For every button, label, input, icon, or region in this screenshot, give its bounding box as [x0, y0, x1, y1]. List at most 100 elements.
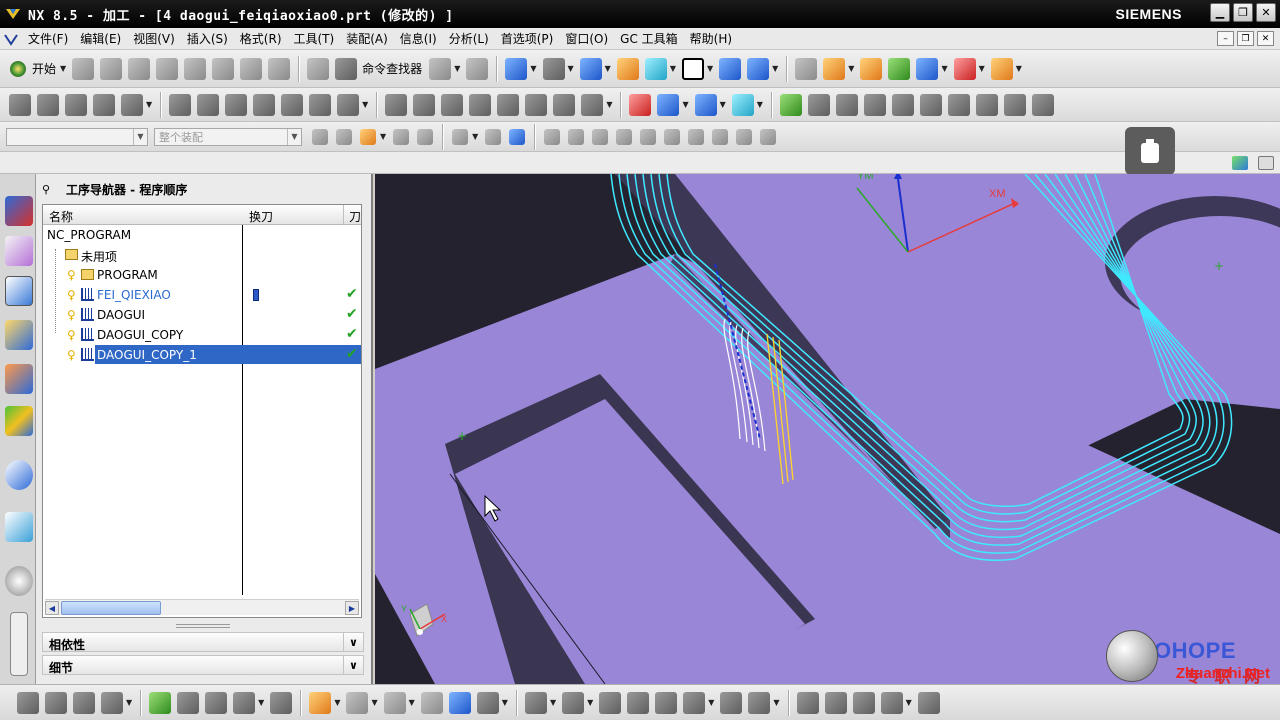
- dropdown-icon[interactable]: ▼: [454, 64, 460, 73]
- dropdown-icon[interactable]: ▼: [409, 698, 415, 707]
- dropdown-icon[interactable]: ▼: [707, 64, 713, 73]
- menu-information[interactable]: 信息(I): [394, 30, 443, 47]
- menu-window[interactable]: 窗口(O): [559, 30, 614, 47]
- tangent-icon[interactable]: [664, 128, 681, 145]
- delete-face-icon[interactable]: [852, 691, 875, 714]
- save-icon[interactable]: [128, 57, 151, 80]
- component-icon[interactable]: [17, 691, 39, 714]
- sequence-icon[interactable]: [233, 691, 256, 714]
- tree-row-operation[interactable]: ♀ DAOGUI ✔: [43, 305, 361, 325]
- create-geometry-icon[interactable]: [65, 93, 87, 116]
- op-property-icon[interactable]: [807, 93, 830, 116]
- feeds-speeds-icon[interactable]: [629, 93, 652, 116]
- chevron-down-icon[interactable]: ∨: [343, 633, 363, 651]
- move-object-icon[interactable]: [719, 57, 742, 80]
- dropdown-icon[interactable]: ▼: [258, 698, 264, 707]
- approve-icon[interactable]: [779, 93, 802, 116]
- column-tool-change[interactable]: 换刀: [249, 208, 273, 225]
- intersection-icon[interactable]: [616, 128, 633, 145]
- snap-point-icon[interactable]: [336, 128, 352, 145]
- op-list-icon[interactable]: [863, 93, 886, 116]
- sync-modeling-icon[interactable]: [796, 691, 819, 714]
- check-icon[interactable]: [149, 691, 172, 714]
- menu-analysis[interactable]: 分析(L): [443, 30, 495, 47]
- details-section[interactable]: 细节 ∨: [42, 655, 364, 675]
- dropdown-icon[interactable]: ▼: [334, 698, 340, 707]
- transform-icon[interactable]: [657, 93, 680, 116]
- menu-insert[interactable]: 插入(S): [181, 30, 234, 47]
- delete-object-icon[interactable]: [281, 93, 304, 116]
- snap-settings-icon[interactable]: [760, 128, 777, 145]
- web-browser-icon[interactable]: [5, 512, 33, 542]
- layer-icon[interactable]: [616, 57, 639, 80]
- column-name[interactable]: 名称: [49, 208, 73, 225]
- create-tool-icon[interactable]: [37, 93, 59, 116]
- quadrant-icon[interactable]: [688, 128, 705, 145]
- create-method-icon[interactable]: [93, 93, 115, 116]
- new-file-icon[interactable]: [72, 57, 95, 80]
- block-icon[interactable]: [448, 691, 471, 714]
- tree-row-program[interactable]: ♀ PROGRAM: [43, 265, 361, 285]
- rotate-view-icon[interactable]: [747, 57, 770, 80]
- dropdown-icon[interactable]: ▼: [472, 132, 478, 141]
- arc-center-icon[interactable]: [640, 128, 657, 145]
- paste-object-icon[interactable]: [253, 93, 276, 116]
- simulate-icon[interactable]: [888, 57, 911, 80]
- operation-navigator-icon[interactable]: [5, 276, 33, 306]
- reuse-library-icon[interactable]: [5, 364, 33, 394]
- mate-icon[interactable]: [73, 691, 95, 714]
- draft-icon[interactable]: [748, 691, 771, 714]
- chamfer-icon[interactable]: [720, 691, 743, 714]
- holder-icon[interactable]: [975, 93, 998, 116]
- datum-plane-icon[interactable]: [383, 691, 406, 714]
- menu-help[interactable]: 帮助(H): [684, 30, 738, 47]
- paste-icon[interactable]: [240, 57, 263, 80]
- offset-region-icon[interactable]: [880, 691, 903, 714]
- dropdown-icon[interactable]: ▼: [502, 698, 508, 707]
- dropdown-icon[interactable]: ▼: [146, 100, 152, 109]
- chevron-down-icon[interactable]: ▼: [133, 128, 147, 145]
- datum-point-icon[interactable]: [346, 691, 369, 714]
- history-icon[interactable]: [5, 566, 33, 596]
- menu-tools[interactable]: 工具(T): [288, 30, 341, 47]
- settings-icon[interactable]: [1031, 93, 1054, 116]
- snap-toggle-icon[interactable]: [360, 128, 376, 145]
- generate-icon[interactable]: [385, 93, 408, 116]
- filter-reset-icon[interactable]: [312, 128, 328, 145]
- nx-app-icon[interactable]: [4, 5, 22, 23]
- edit-object-icon[interactable]: [169, 93, 192, 116]
- intersect-icon[interactable]: [599, 691, 622, 714]
- postprocess-icon[interactable]: [916, 57, 939, 80]
- dropdown-icon[interactable]: ▼: [772, 64, 778, 73]
- dropdown-icon[interactable]: ▼: [941, 64, 947, 73]
- fullscreen-icon[interactable]: [1258, 156, 1274, 170]
- display-object-icon[interactable]: [337, 93, 360, 116]
- menu-preferences[interactable]: 首选项(P): [495, 30, 560, 47]
- dropdown-icon[interactable]: ▼: [606, 100, 612, 109]
- verify-icon[interactable]: [469, 93, 492, 116]
- role-icon[interactable]: [1232, 156, 1248, 170]
- graphics-viewport[interactable]: + + XM YM Y X GOHOPE 专 职 网 Zhuanzhi.Net: [375, 174, 1280, 684]
- line-snap-icon[interactable]: [592, 128, 609, 145]
- point-snap-icon[interactable]: [544, 128, 561, 145]
- constraint-navigator-icon[interactable]: [5, 236, 33, 266]
- dropdown-icon[interactable]: ▼: [530, 64, 536, 73]
- dropdown-icon[interactable]: ▼: [605, 64, 611, 73]
- dropdown-icon[interactable]: ▼: [906, 698, 912, 707]
- chevron-down-icon[interactable]: ∨: [343, 656, 363, 674]
- doc-minimize-button[interactable]: –: [1217, 31, 1234, 46]
- menu-file[interactable]: 文件(F): [22, 30, 74, 47]
- tree-row-operation[interactable]: ♀ FEI_QIEXIAO ✔: [43, 285, 361, 305]
- part-navigator-icon[interactable]: [5, 320, 33, 350]
- dropdown-icon[interactable]: ▼: [371, 698, 377, 707]
- save-all-icon[interactable]: [429, 57, 452, 80]
- copy-object-icon[interactable]: [225, 93, 248, 116]
- start-icon[interactable]: [10, 60, 26, 77]
- dropdown-icon[interactable]: ▼: [550, 698, 556, 707]
- cleanup-icon[interactable]: [1003, 93, 1026, 116]
- copy-icon[interactable]: [212, 57, 235, 80]
- hole-icon[interactable]: [627, 691, 650, 714]
- list-toolpath-icon[interactable]: [441, 93, 464, 116]
- verify-toolpath-icon[interactable]: [860, 57, 883, 80]
- scroll-left-button[interactable]: ◀: [45, 601, 59, 615]
